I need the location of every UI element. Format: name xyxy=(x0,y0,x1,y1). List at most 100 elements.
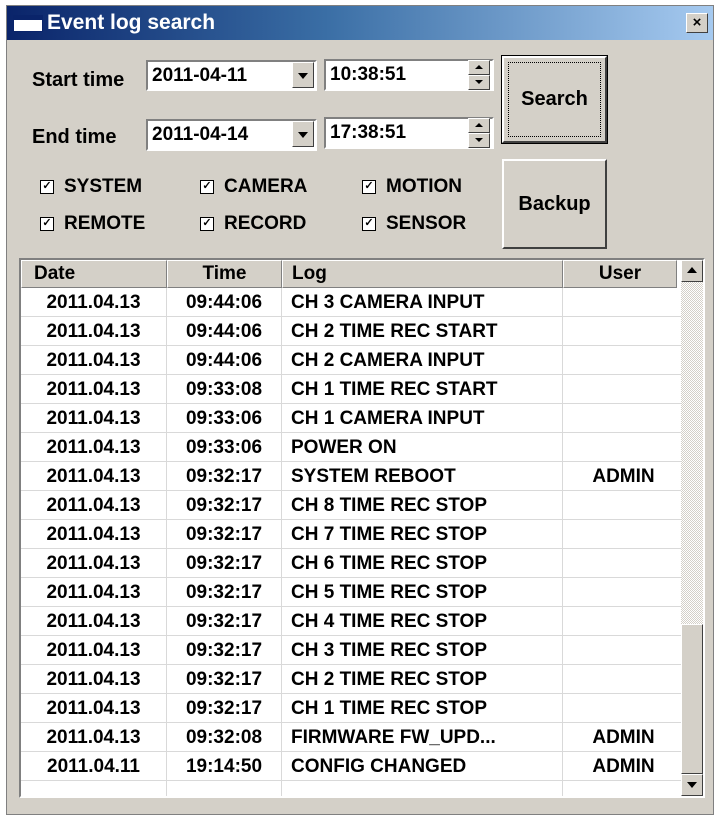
table-row[interactable]: 2011.04.13 09:32:17 CH 4 TIME REC STOP xyxy=(21,607,685,636)
backup-button[interactable]: Backup xyxy=(502,159,607,249)
time-cell: 09:32:17 xyxy=(167,462,282,491)
checkbox-record[interactable]: ✓ RECORD xyxy=(200,213,306,235)
table-row[interactable]: 2011.04.11 19:14:50 CONFIG CHANGED ADMIN xyxy=(21,752,685,781)
table-row[interactable]: 2011.04.13 09:32:17 CH 8 TIME REC STOP xyxy=(21,491,685,520)
date-cell: 2011.04.13 xyxy=(21,346,167,375)
checkmark-icon: ✓ xyxy=(362,180,376,194)
time-cell: 09:32:17 xyxy=(167,694,282,723)
column-header-date[interactable]: Date xyxy=(21,260,167,288)
checkbox-label: SYSTEM xyxy=(64,176,143,197)
time-cell: 19:14:50 xyxy=(167,752,282,781)
user-cell xyxy=(563,665,685,694)
table-row[interactable]: 2011.04.13 09:32:08 FIRMWARE FW_UPD... ADMI… xyxy=(21,723,685,752)
log-cell: CH 4 TIME REC STOP xyxy=(282,607,563,636)
time-cell: 09:32:17 xyxy=(167,549,282,578)
table-row[interactable]: 2011.04.13 09:32:17 CH 3 TIME REC STOP xyxy=(21,636,685,665)
date-cell: 2011.04.13 xyxy=(21,462,167,491)
date-cell: 2011.04.13 xyxy=(21,288,167,317)
spin-up-icon[interactable] xyxy=(468,118,490,133)
end-date-dropdown-icon[interactable] xyxy=(292,121,314,147)
table-row[interactable]: 2011.04.13 09:32:17 CH 6 TIME REC STOP xyxy=(21,549,685,578)
log-cell: CH 1 CAMERA INPUT xyxy=(282,404,563,433)
start-time-spinner[interactable] xyxy=(468,60,490,90)
column-header-time[interactable]: Time xyxy=(167,260,282,288)
date-cell xyxy=(21,781,167,796)
start-date-value: 2011-04-11 xyxy=(152,65,248,86)
checkbox-motion[interactable]: ✓ MOTION xyxy=(362,176,462,198)
window-icon xyxy=(13,15,43,32)
user-cell xyxy=(563,781,685,796)
time-cell xyxy=(167,781,282,796)
backup-button-label: Backup xyxy=(518,192,591,215)
table-row[interactable]: 2011.04.13 09:44:06 CH 2 CAMERA INPUT xyxy=(21,346,685,375)
log-cell: CH 2 CAMERA INPUT xyxy=(282,346,563,375)
table-row[interactable]: 2011.04.13 09:32:17 CH 5 TIME REC STOP xyxy=(21,578,685,607)
user-cell xyxy=(563,520,685,549)
date-cell: 2011.04.13 xyxy=(21,317,167,346)
log-cell: CH 1 TIME REC START xyxy=(282,375,563,404)
checkmark-icon: ✓ xyxy=(200,217,214,231)
scroll-down-icon[interactable] xyxy=(681,774,703,796)
user-cell xyxy=(563,288,685,317)
spin-down-icon[interactable] xyxy=(468,133,490,148)
checkbox-system[interactable]: ✓ SYSTEM xyxy=(40,176,142,198)
start-date-dropdown-icon[interactable] xyxy=(292,62,314,88)
time-cell: 09:44:06 xyxy=(167,288,282,317)
end-time-spinner[interactable] xyxy=(468,118,490,148)
end-time-label: End time xyxy=(32,126,117,148)
date-cell: 2011.04.13 xyxy=(21,491,167,520)
date-cell: 2011.04.13 xyxy=(21,636,167,665)
date-cell: 2011.04.13 xyxy=(21,520,167,549)
table-row[interactable]: 2011.04.13 09:32:17 CH 2 TIME REC STOP xyxy=(21,665,685,694)
window-title: Event log search xyxy=(47,11,216,34)
column-header-log[interactable]: Log xyxy=(282,260,563,288)
date-cell: 2011.04.13 xyxy=(21,694,167,723)
spin-down-icon[interactable] xyxy=(468,75,490,90)
table-row[interactable]: 2011.04.13 09:32:17 SYSTEM REBOOT ADMIN xyxy=(21,462,685,491)
user-cell xyxy=(563,491,685,520)
checkbox-camera[interactable]: ✓ CAMERA xyxy=(200,176,307,198)
user-cell xyxy=(563,375,685,404)
checkbox-label: REMOTE xyxy=(64,213,146,234)
search-button[interactable]: Search xyxy=(501,55,608,144)
log-cell: CH 2 TIME REC START xyxy=(282,317,563,346)
table-row[interactable] xyxy=(21,781,685,796)
date-cell: 2011.04.13 xyxy=(21,375,167,404)
table-row[interactable]: 2011.04.13 09:33:06 CH 1 CAMERA INPUT xyxy=(21,404,685,433)
log-cell: CH 6 TIME REC STOP xyxy=(282,549,563,578)
scroll-thumb[interactable] xyxy=(681,624,703,774)
checkbox-remote[interactable]: ✓ REMOTE xyxy=(40,213,145,235)
user-cell xyxy=(563,607,685,636)
time-cell: 09:32:17 xyxy=(167,578,282,607)
table-row[interactable]: 2011.04.13 09:32:17 CH 7 TIME REC STOP xyxy=(21,520,685,549)
vertical-scrollbar[interactable] xyxy=(681,260,703,796)
checkmark-icon: ✓ xyxy=(362,217,376,231)
log-cell: CH 7 TIME REC STOP xyxy=(282,520,563,549)
time-cell: 09:44:06 xyxy=(167,346,282,375)
log-cell: CH 2 TIME REC STOP xyxy=(282,665,563,694)
user-cell xyxy=(563,433,685,462)
checkbox-label: SENSOR xyxy=(386,213,467,234)
date-cell: 2011.04.13 xyxy=(21,607,167,636)
event-log-list[interactable]: Date Time Log User 2011.04.13 09:44:06 CH … xyxy=(19,258,705,798)
time-cell: 09:32:17 xyxy=(167,636,282,665)
time-cell: 09:32:17 xyxy=(167,491,282,520)
log-cell: CONFIG CHANGED xyxy=(282,752,563,781)
checkbox-label: MOTION xyxy=(386,176,462,197)
column-header-user[interactable]: User xyxy=(563,260,677,288)
close-button[interactable]: × xyxy=(686,13,708,33)
table-row[interactable]: 2011.04.13 09:44:06 CH 2 TIME REC START xyxy=(21,317,685,346)
table-row[interactable]: 2011.04.13 09:44:06 CH 3 CAMERA INPUT xyxy=(21,288,685,317)
table-row[interactable]: 2011.04.13 09:32:17 CH 1 TIME REC STOP xyxy=(21,694,685,723)
scroll-up-icon[interactable] xyxy=(681,260,703,282)
end-date-value: 2011-04-14 xyxy=(152,124,249,145)
log-cell: FIRMWARE FW_UPD... xyxy=(282,723,563,752)
spin-up-icon[interactable] xyxy=(468,60,490,75)
table-row[interactable]: 2011.04.13 09:33:06 POWER ON xyxy=(21,433,685,462)
log-cell: CH 3 TIME REC STOP xyxy=(282,636,563,665)
checkbox-sensor[interactable]: ✓ SENSOR xyxy=(362,213,466,235)
log-cell xyxy=(282,781,563,796)
table-row[interactable]: 2011.04.13 09:33:08 CH 1 TIME REC START xyxy=(21,375,685,404)
user-cell xyxy=(563,549,685,578)
time-cell: 09:32:08 xyxy=(167,723,282,752)
